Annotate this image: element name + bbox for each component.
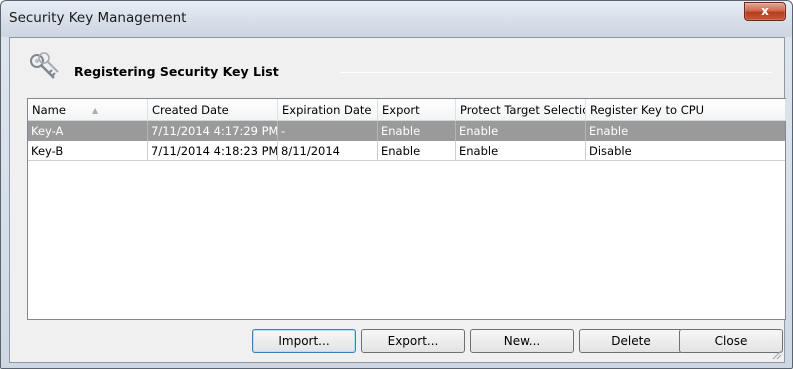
column-header-created-date[interactable]: Created Date	[148, 99, 278, 121]
cell-export: Enable	[378, 121, 456, 141]
window-title: Security Key Management	[9, 10, 187, 26]
cell-register-key-to-cpu: Enable	[589, 124, 629, 138]
cell-protect-target-selection: Enable	[456, 141, 586, 161]
column-header-export[interactable]: Export	[378, 99, 456, 121]
cell-expiration-date: -	[278, 121, 378, 141]
delete-button[interactable]: Delete	[579, 329, 683, 353]
cell-created-date: 7/11/2014 4:17:29 PM	[148, 121, 278, 141]
column-header-expiration-date[interactable]: Expiration Date	[278, 99, 378, 121]
cell-expiration-date: 8/11/2014	[278, 141, 378, 161]
cell-export: Enable	[378, 141, 456, 161]
list-header: Name ▲ Created Date Expiration Date Expor…	[28, 99, 786, 121]
column-header-protect-target-selection[interactable]: Protect Target Selection	[456, 99, 586, 121]
section-divider	[340, 72, 772, 73]
cell-name: Key-A	[28, 121, 148, 141]
export-button[interactable]: Export...	[361, 329, 465, 353]
close-button[interactable]: Close	[679, 329, 783, 353]
sort-ascending-icon: ▲	[91, 105, 99, 115]
column-header-register-key-to-cpu[interactable]: Register Key to CPU	[586, 99, 786, 121]
resize-grip-icon[interactable]	[770, 348, 782, 360]
table-row[interactable]: Key-B 7/11/2014 4:18:23 PM 8/11/2014 Ena…	[28, 141, 785, 161]
table-row[interactable]: Key-A 7/11/2014 4:17:29 PM - Enable Enab…	[28, 121, 785, 141]
window-close-button[interactable]: x	[744, 2, 786, 21]
security-key-list[interactable]: Name ▲ Created Date Expiration Date Expor…	[27, 98, 786, 320]
title-bar[interactable]: Security Key Management x	[1, 1, 792, 37]
cell-register-key-to-cpu: Disable	[589, 144, 632, 158]
column-header-name[interactable]: Name ▲	[28, 99, 148, 121]
cell-created-date: 7/11/2014 4:18:23 PM	[148, 141, 278, 161]
security-key-management-window: Security Key Management x Registering Se…	[0, 0, 793, 369]
new-button[interactable]: New...	[470, 329, 574, 353]
section-header: Registering Security Key List	[20, 50, 780, 90]
cell-name: Key-B	[28, 141, 148, 161]
import-button[interactable]: Import...	[252, 329, 356, 353]
section-title: Registering Security Key List	[74, 64, 279, 79]
cell-protect-target-selection: Enable	[456, 121, 586, 141]
keys-icon	[30, 52, 59, 79]
client-area: Registering Security Key List Name ▲ Crea…	[9, 37, 786, 363]
